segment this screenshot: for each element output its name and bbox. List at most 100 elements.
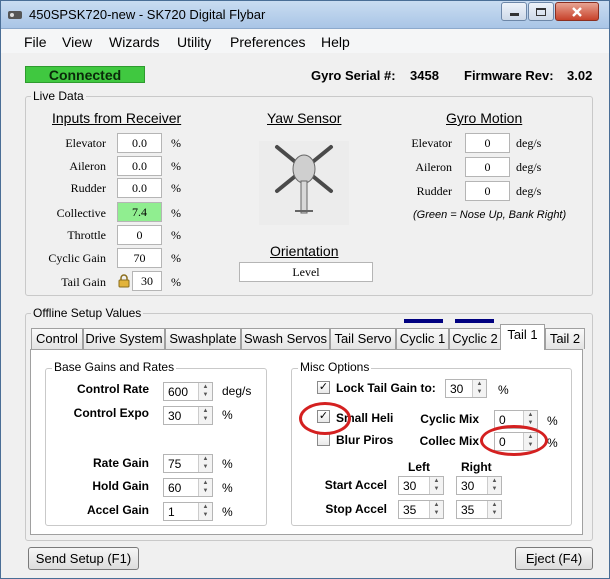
send-setup-button[interactable]: Send Setup (F1) [28, 547, 139, 570]
gyro-motion-note: (Green = Nose Up, Bank Right) [413, 209, 567, 221]
gyro-motion-title: Gyro Motion [446, 110, 523, 126]
small-heli-highlight [299, 402, 351, 435]
gyro-label-rudder: Rudder [416, 184, 452, 198]
input-label-aileron: Aileron [69, 159, 106, 173]
gyro-unit: deg/s [516, 136, 542, 150]
input-label-cyclic-gain: Cyclic Gain [48, 251, 106, 265]
input-value-collective: 7.4 [117, 202, 162, 222]
base-gains-title: Base Gains and Rates [52, 360, 177, 374]
tab-tail-2[interactable]: Tail 2 [545, 328, 585, 349]
tab-cyclic-2[interactable]: Cyclic 2 [449, 328, 501, 349]
spinner-arrows-icon[interactable]: ▲ ▼ [429, 501, 443, 518]
gyro-label-elevator: Elevator [411, 136, 452, 150]
collec-mix-highlight [480, 425, 548, 456]
lock-tail-value: 30 [450, 382, 464, 396]
serial-label: Gyro Serial #: [311, 68, 396, 83]
minimize-button[interactable] [501, 2, 527, 21]
control-expo-spinner[interactable]: 30 ▲ ▼ [163, 406, 213, 425]
lock-tail-unit: % [498, 383, 509, 397]
collec-mix-label: Collec Mix [419, 434, 479, 448]
misc-options-title: Misc Options [298, 360, 372, 374]
menu-utility[interactable]: Utility [177, 34, 211, 50]
start-accel-left-value: 30 [403, 479, 417, 493]
rate-gain-label: Rate Gain [92, 456, 149, 470]
spinner-arrows-icon[interactable]: ▲ ▼ [429, 477, 443, 494]
rate-gain-value: 75 [168, 457, 182, 471]
stop-accel-left-spinner[interactable]: 35 ▲ ▼ [398, 500, 444, 519]
start-accel-label: Start Accel [324, 478, 387, 492]
menu-file[interactable]: File [24, 34, 47, 50]
input-value-tail-gain: 30 [132, 271, 162, 291]
menu-preferences[interactable]: Preferences [230, 34, 305, 50]
control-expo-label: Control Expo [73, 406, 149, 420]
input-label-elevator: Elevator [65, 136, 106, 150]
start-accel-left-spinner[interactable]: 30 ▲ ▼ [398, 476, 444, 495]
spinner-arrows-icon[interactable]: ▲ ▼ [487, 477, 501, 494]
stop-accel-right-value: 35 [461, 503, 475, 517]
input-value-elevator: 0.0 [117, 133, 162, 153]
stop-accel-right-spinner[interactable]: 35 ▲ ▼ [456, 500, 502, 519]
accel-gain-unit: % [222, 505, 233, 519]
gyro-value-elevator: 0 [465, 133, 510, 153]
spinner-arrows-icon[interactable]: ▲ ▼ [487, 501, 501, 518]
app-window: 450SPSK720-new - SK720 Digital Flybar Fi… [0, 0, 610, 579]
spinner-arrows-icon[interactable]: ▲ ▼ [198, 503, 212, 520]
inputs-title: Inputs from Receiver [52, 110, 182, 126]
input-value-cyclic-gain: 70 [117, 248, 162, 268]
accel-gain-spinner[interactable]: 1 ▲ ▼ [163, 502, 213, 521]
spinner-arrows-icon[interactable]: ▲ ▼ [198, 479, 212, 496]
hold-gain-unit: % [222, 481, 233, 495]
accel-gain-value: 1 [168, 505, 175, 519]
left-column-label: Left [408, 460, 430, 474]
rate-gain-spinner[interactable]: 75 ▲ ▼ [163, 454, 213, 473]
menu-bar: File View Wizards Utility Preferences He… [1, 29, 609, 53]
menu-help[interactable]: Help [321, 34, 350, 50]
lock-tail-checkbox[interactable]: ✓ [317, 381, 330, 394]
input-unit: % [171, 275, 181, 289]
helicopter-icon [259, 141, 349, 225]
menu-view[interactable]: View [62, 34, 92, 50]
start-accel-right-value: 30 [461, 479, 475, 493]
control-expo-value: 30 [168, 409, 182, 423]
gyro-value-rudder: 0 [465, 181, 510, 201]
tab-tail-1[interactable]: Tail 1 [500, 324, 545, 350]
tab-drive-system[interactable]: Drive System [83, 328, 165, 349]
right-column-label: Right [461, 460, 492, 474]
hold-gain-spinner[interactable]: 60 ▲ ▼ [163, 478, 213, 497]
lock-tail-spinner[interactable]: 30 ▲ ▼ [445, 379, 487, 398]
tab-swash-servos[interactable]: Swash Servos [241, 328, 330, 349]
menu-wizards[interactable]: Wizards [109, 34, 160, 50]
app-icon [8, 11, 22, 19]
gyro-value-aileron: 0 [465, 157, 510, 177]
blur-piros-label: Blur Piros [336, 433, 394, 447]
maximize-button[interactable] [528, 2, 554, 21]
input-label-rudder: Rudder [70, 181, 106, 195]
spinner-arrows-icon[interactable]: ▲ ▼ [198, 383, 212, 400]
gyro-label-aileron: Aileron [415, 160, 452, 174]
stop-accel-left-value: 35 [403, 503, 417, 517]
hold-gain-value: 60 [168, 481, 182, 495]
tab-tail-servo[interactable]: Tail Servo [330, 328, 396, 349]
start-accel-right-spinner[interactable]: 30 ▲ ▼ [456, 476, 502, 495]
close-button[interactable] [555, 2, 599, 21]
live-data-title: Live Data [31, 89, 86, 103]
tab-swashplate[interactable]: Swashplate [165, 328, 241, 349]
input-value-rudder: 0.0 [117, 178, 162, 198]
input-unit: % [171, 181, 181, 195]
serial-value: 3458 [410, 68, 439, 83]
tab-cyclic-1[interactable]: Cyclic 1 [396, 328, 449, 349]
check-icon: ✓ [318, 381, 329, 393]
lock-icon [118, 274, 130, 288]
input-unit: % [171, 136, 181, 150]
tab-control[interactable]: Control [31, 328, 83, 349]
spinner-arrows-icon[interactable]: ▲ ▼ [198, 407, 212, 424]
spinner-arrows-icon[interactable]: ▲ ▼ [472, 380, 486, 397]
eject-button[interactable]: Eject (F4) [515, 547, 593, 570]
control-rate-spinner[interactable]: 600 ▲ ▼ [163, 382, 213, 401]
cyclic2-indicator [455, 319, 494, 323]
maximize-icon [536, 7, 546, 16]
rate-gain-unit: % [222, 457, 233, 471]
input-unit: % [171, 159, 181, 173]
spinner-arrows-icon[interactable]: ▲ ▼ [198, 455, 212, 472]
cyclic1-indicator [404, 319, 443, 323]
